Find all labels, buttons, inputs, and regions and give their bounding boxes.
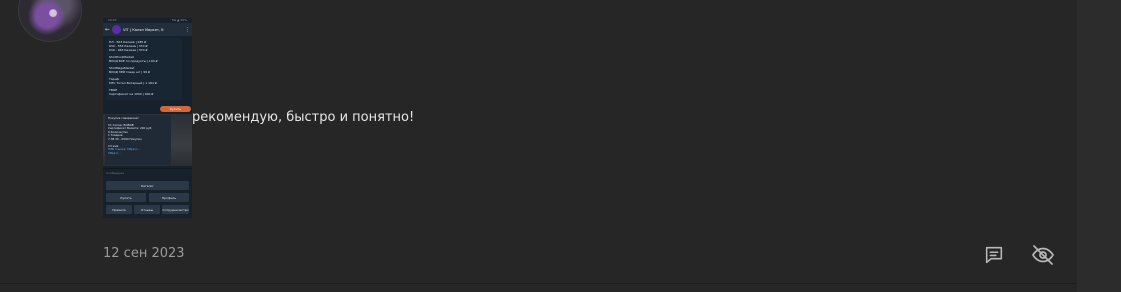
- phone-key-support: Сотрудничество: [162, 205, 189, 214]
- phone-status-indicators: 5G ▲ 55%: [171, 18, 187, 22]
- phone-status-time: 15:07: [108, 18, 117, 22]
- phone-message-input: Сообщение: [103, 168, 192, 176]
- phone-buy-button: Купить: [160, 106, 191, 112]
- phone-price-line: Сертификат на 1000 | 900 ₽: [109, 92, 154, 96]
- more-vert-icon: ⋮: [185, 26, 190, 33]
- scroll-rail: [1077, 0, 1121, 292]
- divider: [0, 283, 1077, 284]
- phone-key-reviews: Отзывы: [134, 205, 160, 214]
- review-text: рекомендую, быстро и понятно!: [192, 110, 415, 125]
- phone-order-link: https://...: [108, 151, 121, 155]
- phone-key-profile: Профиль: [149, 193, 189, 202]
- phone-chat-title: VIT | Калян Маркет, б: [123, 27, 164, 32]
- phone-key-buy: Купить: [106, 193, 146, 202]
- review-date: 12 сен 2023: [103, 246, 185, 261]
- phone-chat-header: ← VIT | Калян Маркет, б ⋮: [103, 23, 192, 36]
- review-attachment-image[interactable]: 15:07 5G ▲ 55% ← VIT | Калян Маркет, б ⋮…: [103, 18, 192, 218]
- chat-logo: [112, 25, 122, 34]
- phone-order-message: Покупка совершена! С1 Склад: ВОВОВ Серти…: [105, 115, 171, 165]
- phone-key-rules: Правила: [106, 205, 132, 214]
- comment-icon: [985, 246, 1003, 264]
- comment-button[interactable]: [982, 243, 1006, 267]
- phone-bot-keyboard: Каталог Купить Профиль Правила Отзывы Со…: [103, 178, 192, 218]
- phone-key-main: Каталог: [106, 181, 189, 190]
- eye-off-icon: [1032, 245, 1054, 265]
- back-arrow-icon: ←: [105, 25, 111, 33]
- review-card: 15:07 5G ▲ 55% ← VIT | Калян Маркет, б ⋮…: [0, 0, 1077, 292]
- hide-review-button[interactable]: [1031, 243, 1055, 267]
- avatar[interactable]: [18, 0, 82, 42]
- phone-price-message: ПЛ - 503 Калиев | 285 ₽ 630 - 553 Калиев…: [106, 38, 182, 100]
